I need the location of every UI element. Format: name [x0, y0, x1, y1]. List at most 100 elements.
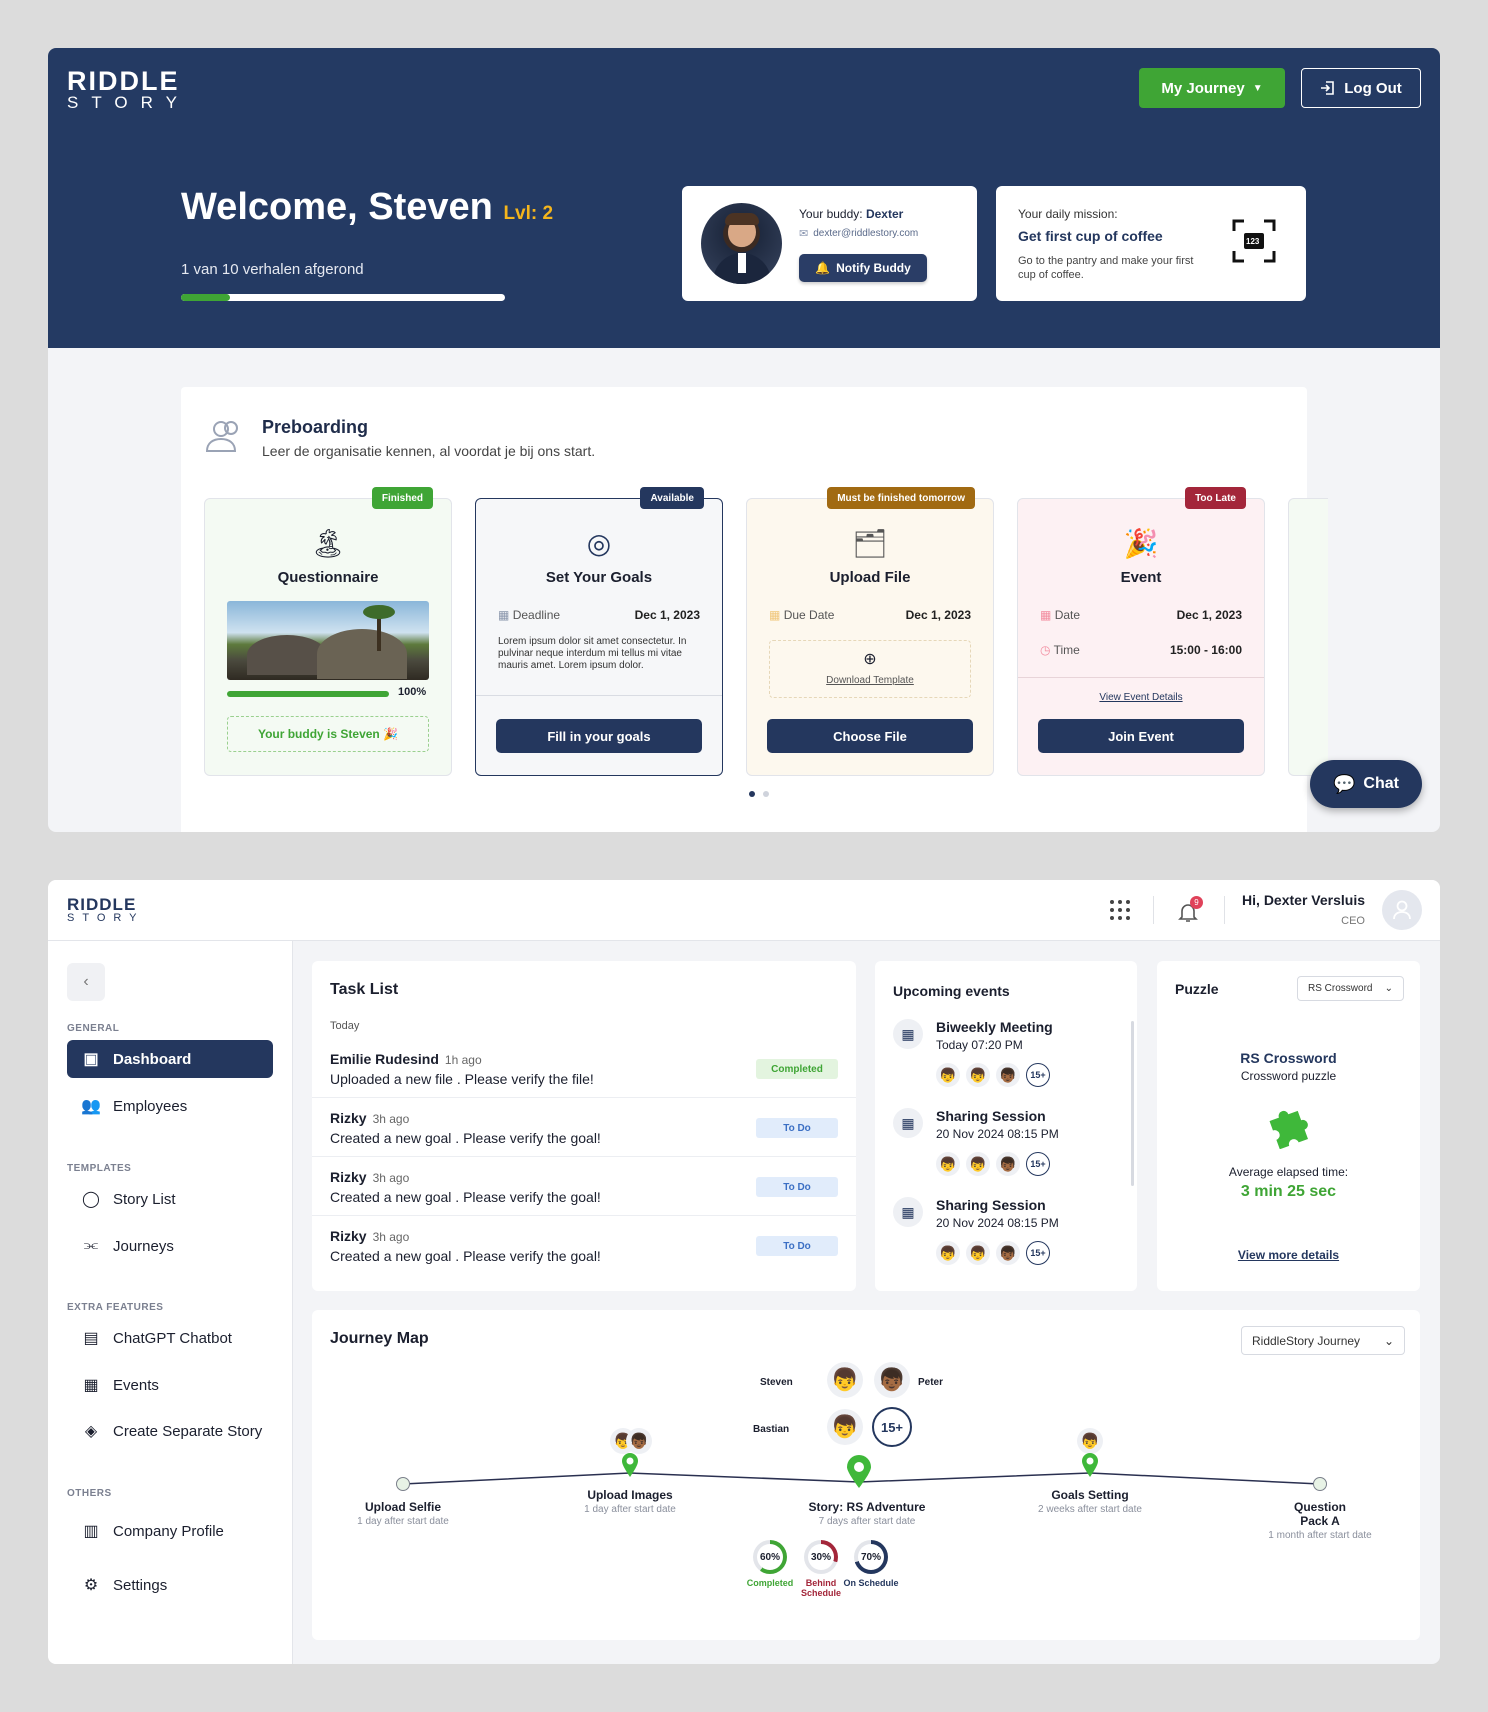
more-attendees[interactable]: 15+ — [1026, 1152, 1050, 1176]
caret-down-icon: ▼ — [1252, 82, 1263, 94]
journey-map-panel: Journey Map RiddleStory Journey ⌄ Steven … — [312, 1310, 1420, 1640]
calendar-icon: ▦ — [893, 1197, 923, 1227]
map-pin-icon[interactable] — [1081, 1452, 1099, 1478]
sidebar-item-chatgpt-chatbot[interactable]: ▤ ChatGPT Chatbot — [67, 1319, 273, 1357]
status-badge: Available — [640, 487, 704, 509]
list-item[interactable]: ▦ Biweekly Meeting Today 07:20 PM 👦 👦 👦🏾 15… — [893, 1019, 1119, 1107]
avatar[interactable]: 👦 — [827, 1409, 863, 1445]
logout-icon — [1321, 81, 1335, 95]
sidebar-item-story-list[interactable]: ◯ Story List — [67, 1180, 273, 1218]
upload-file-card[interactable]: Must be finished tomorrow 🗂 Upload File … — [746, 487, 994, 776]
attendees: 👦 👦 👦🏾 15+ — [936, 1241, 1050, 1265]
table-row[interactable]: Rizky 3h ago Created a new goal . Please … — [312, 1157, 856, 1216]
avatar: 👦🏾 — [996, 1063, 1020, 1087]
admin-dashboard-panel: RIDDLE STORY 9 Hi, Dexter Versluis CEO ‹… — [48, 880, 1440, 1664]
avatar: 👦 — [966, 1241, 990, 1265]
avatar[interactable]: 👦 — [827, 1362, 863, 1398]
sidebar-item-settings[interactable]: ⚙ Settings — [67, 1566, 273, 1604]
event-card[interactable]: Too Late 🎉 Event ▦ Date Dec 1, 2023 ◷ Ti… — [1017, 487, 1265, 776]
my-journey-button[interactable]: My Journey ▼ — [1139, 68, 1285, 108]
choose-file-button[interactable]: Choose File — [767, 719, 973, 753]
sidebar-item-employees[interactable]: 👥 Employees — [67, 1087, 273, 1125]
avatar: 👦 — [936, 1241, 960, 1265]
more-attendees[interactable]: 15+ — [1026, 1063, 1050, 1087]
map-pin-icon[interactable] — [846, 1455, 872, 1489]
logout-button[interactable]: Log Out — [1301, 68, 1421, 108]
stories-progress-text: 1 van 10 verhalen afgerond — [181, 261, 364, 278]
sidebar-item-journeys[interactable]: ⫘ Journeys — [67, 1227, 273, 1265]
table-row[interactable]: Rizky 3h ago Created a new goal . Please … — [312, 1098, 856, 1157]
set-goals-card[interactable]: Available ◎ Set Your Goals ▦ Deadline De… — [475, 487, 723, 776]
notification-bell-icon[interactable]: 9 — [1176, 896, 1204, 924]
layers-icon: ◈ — [84, 1423, 98, 1440]
join-event-button[interactable]: Join Event — [1038, 719, 1244, 753]
sidebar-item-company-profile[interactable]: ▥ Company Profile — [67, 1512, 273, 1550]
upcoming-events-panel: Upcoming events ▦ Biweekly Meeting Today… — [875, 961, 1137, 1291]
avatar: 👦 — [966, 1152, 990, 1176]
scrollbar[interactable] — [1131, 1021, 1134, 1186]
more-people[interactable]: 15+ — [872, 1407, 912, 1447]
attendees: 👦 👦 👦🏾 15+ — [936, 1152, 1050, 1176]
sidebar-item-events[interactable]: ▦ Events — [67, 1366, 273, 1404]
riddlestory-logo[interactable]: RIDDLE STORY — [67, 896, 145, 924]
more-attendees[interactable]: 15+ — [1026, 1241, 1050, 1265]
status-badge: Completed — [756, 1059, 838, 1079]
questionnaire-card[interactable]: Finished 🏝 Questionnaire 100% Your buddy… — [204, 487, 452, 776]
user-icon — [1393, 900, 1411, 920]
collapse-sidebar-button[interactable]: ‹ — [67, 963, 105, 1001]
list-item[interactable]: ▦ Sharing Session 20 Nov 2024 08:15 PM 👦… — [893, 1108, 1119, 1196]
carousel-dot-active[interactable] — [749, 791, 755, 797]
building-icon: ▥ — [83, 1523, 99, 1540]
avatar[interactable]: 👦🏾 — [874, 1362, 910, 1398]
list-item[interactable]: ▦ Sharing Session 20 Nov 2024 08:15 PM 👦… — [893, 1197, 1119, 1285]
preboarding-subtitle: Leer de organisatie kennen, al voordat j… — [262, 443, 596, 459]
download-icon: ⊕ — [863, 651, 877, 668]
dashboard-icon: ▣ — [83, 1051, 99, 1068]
notify-buddy-button[interactable]: 🔔 Notify Buddy — [799, 254, 927, 282]
user-greeting: Hi, Dexter Versluis — [1242, 892, 1365, 908]
download-template-zone[interactable]: ⊕ Download Template — [769, 640, 971, 698]
milestone-pin[interactable] — [396, 1477, 410, 1491]
preboarding-section: Preboarding Leer de organisatie kennen, … — [181, 387, 1328, 832]
fill-goals-button[interactable]: Fill in your goals — [496, 719, 702, 753]
avatar: 👦 — [966, 1063, 990, 1087]
clock-icon: ◷ — [1040, 643, 1051, 657]
scan-icon[interactable]: 123 — [1232, 219, 1276, 263]
view-more-details-link[interactable]: View more details — [1157, 1248, 1420, 1262]
table-row[interactable]: Rizky 3h ago Created a new goal . Please … — [312, 1216, 856, 1275]
buddy-email[interactable]: ✉ dexter@riddlestory.com — [799, 227, 918, 240]
target-icon: ◎ — [586, 528, 612, 559]
sidebar-item-create-separate-story[interactable]: ◈ Create Separate Story — [67, 1412, 273, 1450]
riddlestory-logo[interactable]: RIDDLE STORY — [67, 68, 190, 112]
avatar: 👦🏾 — [996, 1152, 1020, 1176]
sidebar: ‹ GENERAL ▣ Dashboard 👥 Employees TEMPLATE… — [48, 941, 293, 1664]
sidebar-item-dashboard[interactable]: ▣ Dashboard — [67, 1040, 273, 1078]
confetti-icon: 🎉 — [1123, 528, 1159, 559]
attendees: 👦 👦 👦🏾 15+ — [936, 1063, 1050, 1087]
top-bar: RIDDLE STORY 9 Hi, Dexter Versluis CEO — [48, 880, 1440, 941]
buddy-card: Your buddy: Dexter ✉ dexter@riddlestory.… — [682, 186, 977, 301]
users-icon — [205, 419, 245, 461]
buddy-note: Your buddy is Steven 🎉 — [227, 716, 429, 752]
view-event-details-link[interactable]: View Event Details — [1018, 692, 1264, 703]
status-badge: To Do — [756, 1177, 838, 1197]
calendar-icon: ▦ — [893, 1019, 923, 1049]
milestone-pin[interactable] — [1313, 1477, 1327, 1491]
puzzle-panel: Puzzle RS Crossword ⌄ RS Crossword Crossw… — [1157, 961, 1420, 1291]
apps-grid-icon[interactable] — [1108, 898, 1132, 922]
calendar-icon: ▦ — [1040, 608, 1052, 622]
on-schedule-gauge: 70% — [854, 1540, 888, 1574]
map-pin-icon[interactable] — [621, 1452, 639, 1478]
chat-button[interactable]: 💬 Chat — [1310, 760, 1422, 808]
calendar-icon: ▦ — [83, 1377, 99, 1394]
next-card-peek[interactable] — [1288, 498, 1328, 776]
user-avatar[interactable] — [1382, 890, 1422, 930]
table-row[interactable]: Emilie Rudesind 1h ago Uploaded a new fil… — [312, 1039, 856, 1098]
avatar[interactable]: 👦 — [1077, 1428, 1103, 1454]
employee-portal-panel: RIDDLE STORY My Journey ▼ Log Out Welcom… — [48, 48, 1440, 832]
avatar[interactable]: 👦🏾 — [626, 1428, 652, 1454]
carousel-dot[interactable] — [763, 791, 769, 797]
story-progress-fill — [181, 294, 230, 301]
carousel-dots[interactable] — [749, 791, 769, 797]
puzzle-select[interactable]: RS Crossword ⌄ — [1297, 976, 1404, 1001]
